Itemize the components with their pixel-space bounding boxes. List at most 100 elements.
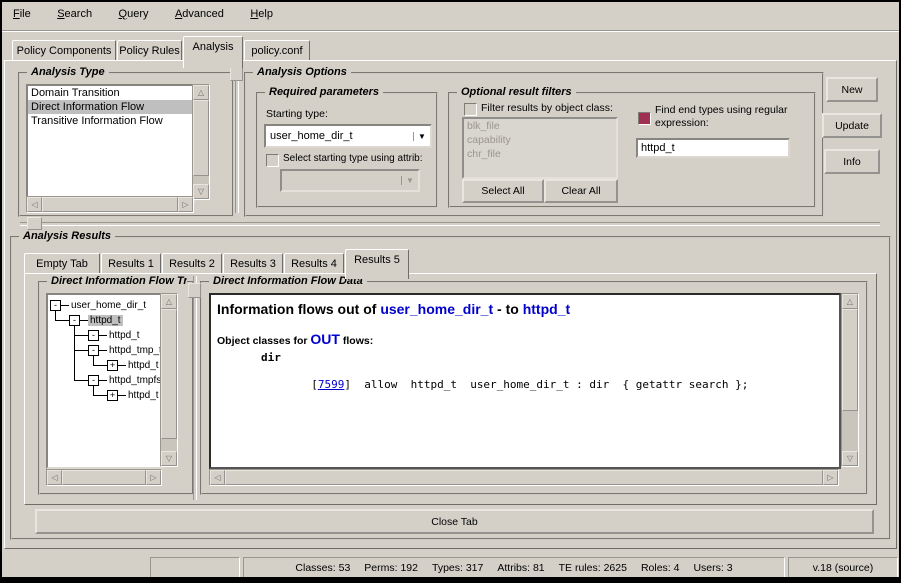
policy-version: v.18 (source) xyxy=(813,562,874,574)
scroll-left-icon: ◁ xyxy=(51,474,57,482)
horizontal-sash[interactable] xyxy=(20,222,880,226)
attrib-checkbox[interactable] xyxy=(266,154,279,167)
flow-tree-group: Direct Information Flow Tree -user_home_… xyxy=(38,281,194,495)
flow-heading: Information flows out of user_home_dir_t… xyxy=(217,301,570,317)
scroll-down-icon: ▽ xyxy=(166,455,172,463)
starting-type-value: user_home_dir_t xyxy=(266,130,413,142)
scrollbar-thumb[interactable] xyxy=(62,470,146,485)
update-button[interactable]: Update xyxy=(822,113,882,138)
top-vertical-sash-handle[interactable] xyxy=(230,66,243,81)
scrollbar-track xyxy=(42,197,178,212)
list-item[interactable]: Transitive Information Flow xyxy=(28,114,194,128)
tree-expander[interactable]: - xyxy=(69,315,80,326)
data-vscrollbar[interactable]: △ ▽ xyxy=(841,293,859,467)
tree-node-label[interactable]: httpd_t xyxy=(107,330,142,341)
scroll-right-button[interactable]: ▷ xyxy=(146,470,161,485)
close-tab-button[interactable]: Close Tab xyxy=(35,509,874,534)
window-bottom-edge xyxy=(2,577,899,581)
filter-object-class-checkbox[interactable] xyxy=(464,103,477,116)
horizontal-sash-handle[interactable] xyxy=(27,217,42,230)
menu-advanced[interactable]: Advanced xyxy=(166,4,233,24)
stat-perms: Perms: 192 xyxy=(364,562,418,574)
tree-node-label-selected[interactable]: httpd_t xyxy=(88,315,123,326)
scrollbar-track xyxy=(842,309,858,451)
starting-type-combobox[interactable]: user_home_dir_t ▼ xyxy=(264,124,432,148)
tree-node-label[interactable]: httpd_t xyxy=(126,360,161,371)
tree-node-label[interactable]: httpd_tmpfs_t xyxy=(107,375,164,386)
scroll-right-button[interactable]: ▷ xyxy=(823,470,838,485)
tree-connector xyxy=(118,365,126,366)
scroll-up-button[interactable]: △ xyxy=(161,294,177,309)
scroll-up-button[interactable]: △ xyxy=(842,294,858,309)
tree-connector xyxy=(55,320,69,321)
scrollbar-thumb[interactable] xyxy=(42,197,178,212)
list-item-selected[interactable]: Direct Information Flow xyxy=(28,100,194,114)
info-button[interactable]: Info xyxy=(824,149,880,174)
scroll-left-icon: ◁ xyxy=(31,201,37,209)
dropdown-arrow-icon[interactable]: ▼ xyxy=(413,132,430,141)
tree-node-label[interactable]: httpd_tmp_t xyxy=(107,345,164,356)
tree-expander[interactable]: + xyxy=(107,360,118,371)
tree-expander[interactable]: - xyxy=(88,375,99,386)
list-item-disabled: chr_file xyxy=(464,147,616,161)
regex-input[interactable] xyxy=(636,138,790,158)
tree-row: + httpd_t xyxy=(107,388,161,403)
scrollbar-track xyxy=(225,470,823,485)
list-item-disabled: capability xyxy=(464,133,616,147)
tree-node-label[interactable]: user_home_dir_t xyxy=(69,300,148,311)
scroll-left-button[interactable]: ◁ xyxy=(47,470,62,485)
flow-data-title: Direct Information Flow Data xyxy=(209,275,367,287)
dropdown-arrow-icon: ▼ xyxy=(401,176,418,185)
tree-connector xyxy=(74,380,88,381)
stat-te-rules: TE rules: 2625 xyxy=(559,562,627,574)
tab-analysis[interactable]: Analysis xyxy=(183,36,243,68)
tree-expander[interactable]: - xyxy=(88,330,99,341)
menu-bar: File Search Query Advanced Help xyxy=(4,4,897,30)
scrollbar-thumb[interactable] xyxy=(225,470,823,485)
rule-line: [7599] allow httpd_t user_home_dir_t : d… xyxy=(245,365,748,404)
attrib-combobox-disabled: ▼ xyxy=(280,169,420,192)
scroll-left-button[interactable]: ◁ xyxy=(210,470,225,485)
analysis-type-listbox[interactable]: Domain Transition Direct Information Flo… xyxy=(26,84,196,202)
scroll-down-button[interactable]: ▽ xyxy=(842,451,858,466)
tree-expander[interactable]: - xyxy=(88,345,99,356)
rule-id-link[interactable]: 7599 xyxy=(318,378,345,391)
list-item[interactable]: Domain Transition xyxy=(28,86,194,100)
tree-node-label[interactable]: httpd_t xyxy=(126,390,161,401)
select-all-button[interactable]: Select All xyxy=(462,179,544,203)
scroll-up-button[interactable]: △ xyxy=(193,85,209,100)
data-hscrollbar[interactable]: ◁ ▷ xyxy=(209,469,839,486)
menu-file[interactable]: File xyxy=(4,4,40,24)
clear-all-button[interactable]: Clear All xyxy=(544,179,618,203)
scrollbar-thumb[interactable] xyxy=(193,100,209,176)
analysis-options-group: Analysis Options Required parameters Sta… xyxy=(244,72,824,217)
tree-vscrollbar[interactable]: △ ▽ xyxy=(160,293,178,467)
scroll-down-icon: ▽ xyxy=(847,455,853,463)
scroll-down-button[interactable]: ▽ xyxy=(161,451,177,466)
new-button[interactable]: New xyxy=(826,77,878,102)
menu-help[interactable]: Help xyxy=(241,4,282,24)
flow-data-textarea[interactable]: Information flows out of user_home_dir_t… xyxy=(209,293,841,469)
results-vertical-sash[interactable] xyxy=(193,276,197,500)
scrollbar-thumb[interactable] xyxy=(842,309,858,411)
scroll-down-button[interactable]: ▽ xyxy=(193,184,209,199)
tab-results-5[interactable]: Results 5 xyxy=(345,249,409,279)
tree-hscrollbar[interactable]: ◁ ▷ xyxy=(46,469,162,486)
regex-checkbox[interactable] xyxy=(638,112,651,125)
tree-expander[interactable]: - xyxy=(50,300,61,311)
menu-query[interactable]: Query xyxy=(110,4,158,24)
scroll-left-button[interactable]: ◁ xyxy=(27,197,42,212)
scrollbar-track xyxy=(62,470,146,485)
regex-label-line1: Find end types using regular xyxy=(655,104,788,116)
results-vertical-sash-handle[interactable] xyxy=(188,283,201,298)
scroll-right-button[interactable]: ▷ xyxy=(178,197,193,212)
required-parameters-group: Required parameters Starting type: user_… xyxy=(256,92,438,208)
tree-expander[interactable]: + xyxy=(107,390,118,401)
analysis-type-vscrollbar[interactable]: △ ▽ xyxy=(192,84,210,200)
scrollbar-thumb[interactable] xyxy=(161,309,177,439)
top-vertical-sash[interactable] xyxy=(235,62,239,213)
scroll-down-icon: ▽ xyxy=(198,188,204,196)
menu-search[interactable]: Search xyxy=(48,4,101,24)
analysis-type-hscrollbar[interactable]: ◁ ▷ xyxy=(26,196,194,213)
flow-tree-canvas[interactable]: -user_home_dir_t -httpd_t -httpd_t -http… xyxy=(46,293,164,469)
